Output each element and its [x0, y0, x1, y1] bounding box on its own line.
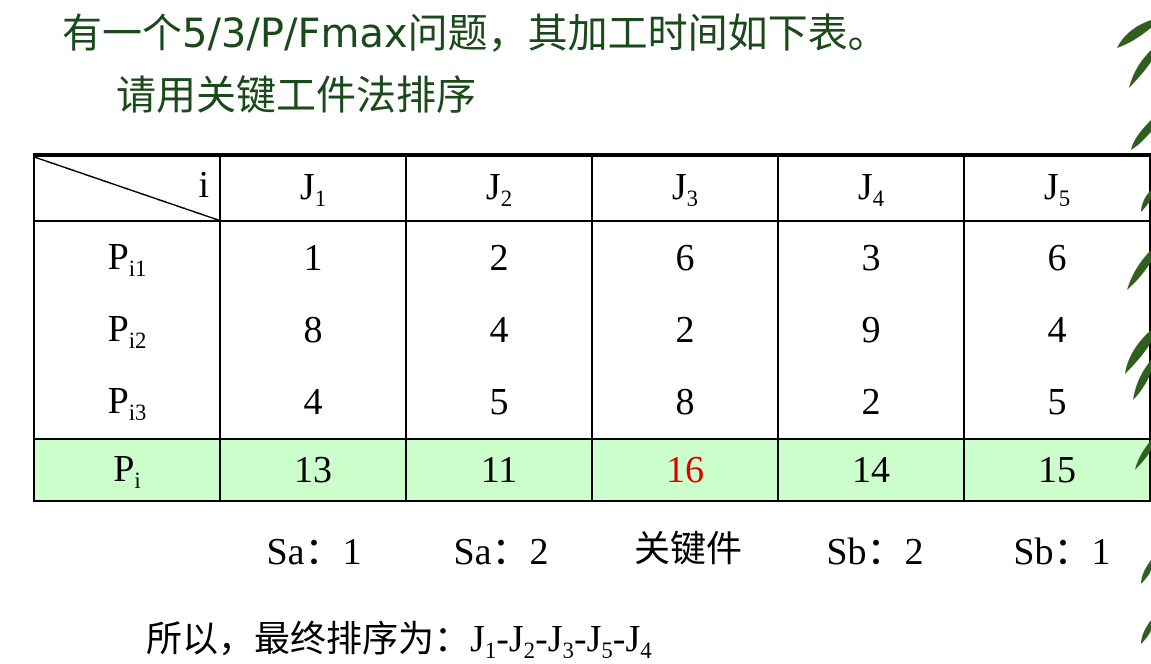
title-prefix: 有一个 — [62, 11, 182, 57]
table-cell: 2 — [590, 294, 779, 366]
table-cell: 9 — [776, 294, 965, 366]
total-row: Pi 13 11 16 14 15 — [33, 438, 1151, 502]
note-job-3: 关键件 — [633, 529, 742, 570]
table-cell: 8 — [590, 366, 779, 439]
row-label: Pi1 — [33, 221, 221, 294]
result-sequence: J1-J2-J3-J5-J4 — [470, 618, 652, 663]
note-job-4: Sb：2 — [826, 531, 924, 573]
row-label: Pi2 — [33, 294, 221, 366]
table-cell: 4 — [405, 294, 593, 366]
table-row: Pi3 4 5 8 2 5 — [33, 366, 1151, 439]
table-cell: 4 — [219, 366, 407, 439]
title-suffix: 问题，其加工时间如下表。 — [407, 11, 888, 57]
page-title: 有一个5/3/P/Fmax问题，其加工时间如下表。 — [62, 8, 888, 60]
corner-cell: i — [33, 153, 221, 222]
table-header-row: i J1 J2 J3 J4 J5 — [33, 153, 1151, 222]
job-header-1: J1 — [219, 153, 407, 222]
page-subtitle: 请用关键工件法排序 — [116, 73, 476, 119]
bamboo-leaves-icon — [1111, 0, 1151, 662]
note-job-2: Sa：2 — [453, 531, 549, 573]
title-code: 5/3/P/Fmax — [182, 11, 408, 57]
total-cell: 14 — [776, 438, 965, 502]
table-cell: 5 — [405, 366, 593, 439]
job-classification-notes: Sa：1 Sa：2 关键件 Sb：2 Sb：1 — [0, 520, 1151, 580]
row-label: Pi3 — [33, 366, 221, 439]
result-label: 所以，最终排序为： — [146, 619, 471, 660]
job-header-4: J4 — [776, 153, 965, 222]
table-cell: 6 — [590, 221, 779, 294]
total-cell: 13 — [219, 438, 407, 502]
job-header-2: J2 — [405, 153, 593, 222]
key-job-total-cell: 16 — [590, 438, 779, 502]
table-cell: 8 — [219, 294, 407, 366]
note-job-1: Sa：1 — [266, 531, 362, 573]
table-row: Pi2 8 4 2 9 4 — [33, 294, 1151, 366]
final-sequence: 所以，最终排序为：J1-J2-J3-J5-J4 — [146, 610, 652, 664]
corner-label: i — [198, 164, 209, 206]
table-cell: 3 — [776, 221, 965, 294]
table-cell: 2 — [405, 221, 593, 294]
table-cell: 2 — [776, 366, 965, 439]
processing-time-table: i J1 J2 J3 J4 J5 Pi1 1 2 6 3 6 Pi2 8 4 2… — [33, 153, 1151, 502]
total-cell: 11 — [405, 438, 593, 502]
job-header-3: J3 — [590, 153, 779, 222]
table-row: Pi1 1 2 6 3 6 — [33, 221, 1151, 294]
row-label: Pi — [33, 438, 221, 502]
table-cell: 1 — [219, 221, 407, 294]
